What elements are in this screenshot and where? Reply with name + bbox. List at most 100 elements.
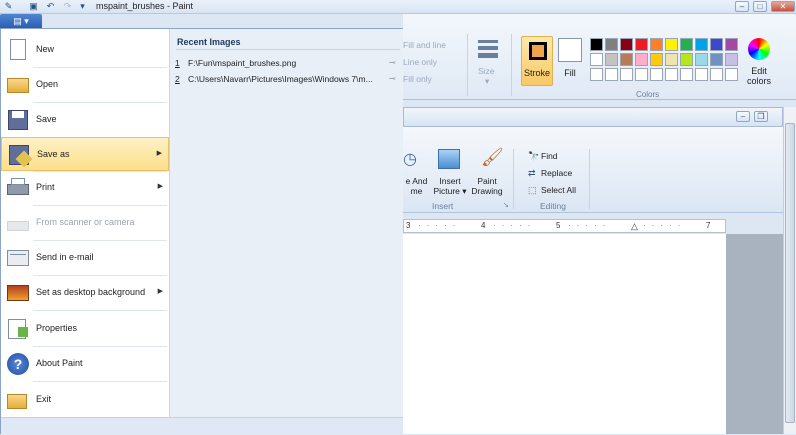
stroke-label: Stroke <box>523 68 550 78</box>
fill-label: Fill <box>564 68 576 78</box>
customize-toolbar-chevron-icon[interactable]: ▾ <box>77 1 88 12</box>
menu-item-save[interactable]: Save <box>1 103 169 137</box>
color-swatch[interactable] <box>650 53 663 66</box>
select-all-button[interactable]: Select All <box>541 185 576 195</box>
menu-item-open[interactable]: Open <box>1 68 169 102</box>
wordpad-window-bar: – ❐ <box>403 107 783 127</box>
color-swatch[interactable] <box>620 68 633 81</box>
color-swatch[interactable] <box>590 38 603 51</box>
color-palette <box>590 38 742 83</box>
ruler-dots: ····· <box>493 221 537 230</box>
date-time-icon[interactable]: ◷ <box>403 149 421 169</box>
recent-images-panel: Recent Images 1 F:\Fun\mspaint_brushes.p… <box>169 29 403 417</box>
vertical-scrollbar[interactable] <box>783 107 796 434</box>
color-swatch[interactable] <box>680 53 693 66</box>
color-swatch[interactable] <box>725 38 738 51</box>
color-swatch[interactable] <box>665 68 678 81</box>
edit-colors-button[interactable]: Edit colors <box>743 66 775 86</box>
find-icon: 🔭 <box>528 151 540 161</box>
color-swatch[interactable] <box>710 38 723 51</box>
insert-picture-button[interactable]: Insert Picture ▾ <box>431 176 469 196</box>
menu-item-label: New <box>36 44 55 54</box>
group-separator <box>589 149 590 209</box>
color-swatch[interactable] <box>665 38 678 51</box>
wordpad-restore-button[interactable]: ❐ <box>754 111 768 122</box>
color-swatch[interactable] <box>635 68 648 81</box>
color-swatch[interactable] <box>680 68 693 81</box>
document-page[interactable] <box>403 234 726 434</box>
recent-item-number: 2 <box>175 74 180 84</box>
minimize-button[interactable]: – <box>735 1 749 12</box>
color-swatch[interactable] <box>710 68 723 81</box>
submenu-arrow-icon: ▶ <box>156 150 162 157</box>
color-swatch[interactable] <box>635 53 648 66</box>
color-swatch[interactable] <box>650 68 663 81</box>
color-swatch[interactable] <box>710 53 723 66</box>
ruler-indent-marker-icon[interactable]: △ <box>631 221 638 232</box>
menu-item-set-as-desktop-background[interactable]: Set as desktop background ▶ <box>1 276 169 310</box>
color-swatch[interactable] <box>725 53 738 66</box>
ruler[interactable]: 3 ····· 4 ····· 5 ····· △ ····· 7 <box>403 219 726 233</box>
color-swatch[interactable] <box>695 38 708 51</box>
colors-group-label: Colors <box>636 90 660 99</box>
color-swatch[interactable] <box>620 38 633 51</box>
stroke-button[interactable]: Stroke <box>521 36 553 86</box>
replace-button[interactable]: Replace <box>541 168 572 178</box>
editing-group-label: Editing <box>540 201 566 211</box>
recent-item[interactable]: 1 F:\Fun\mspaint_brushes.png ⊸ <box>175 55 401 71</box>
recent-item[interactable]: 2 C:\Users\Navarr\Pictures\Images\Window… <box>175 71 401 87</box>
pin-icon[interactable]: ⊸ <box>389 58 399 67</box>
undo-icon[interactable]: ↶ <box>45 1 56 12</box>
color-swatch[interactable] <box>695 68 708 81</box>
close-button[interactable]: ✕ <box>771 1 795 12</box>
save-as-icon <box>7 143 33 168</box>
fill-color-swatch[interactable] <box>558 38 582 62</box>
color-swatch[interactable] <box>650 38 663 51</box>
scrollbar-thumb[interactable] <box>785 123 795 423</box>
find-button[interactable]: Find <box>541 151 558 161</box>
color-swatch[interactable] <box>605 53 618 66</box>
size-chevron-icon: ▾ <box>485 76 490 86</box>
color-swatch[interactable] <box>695 53 708 66</box>
wordpad-minimize-button[interactable]: – <box>736 111 750 122</box>
date-time-button[interactable]: e And me <box>403 176 430 196</box>
menu-item-exit[interactable]: Exit <box>1 383 169 417</box>
color-swatch[interactable] <box>590 68 603 81</box>
maximize-button[interactable]: □ <box>753 1 767 12</box>
menu-item-from-scanner-or-camera: From scanner or camera <box>1 206 169 240</box>
save-disk-icon <box>6 108 30 132</box>
shape-fill-only-option: Fill only <box>403 74 432 84</box>
redo-icon[interactable]: ↷ <box>62 1 73 12</box>
color-swatch[interactable] <box>680 38 693 51</box>
color-swatch[interactable] <box>590 53 603 66</box>
color-wheel-icon[interactable] <box>748 38 770 60</box>
stroke-color-swatch <box>529 42 547 60</box>
ruler-tick: 7 <box>706 221 711 230</box>
shape-line-only-option: Line only <box>403 57 438 67</box>
help-icon: ? <box>6 352 30 376</box>
menu-item-send-in-e-mail[interactable]: Send in e-mail <box>1 241 169 275</box>
color-swatch[interactable] <box>605 68 618 81</box>
color-swatch[interactable] <box>635 38 648 51</box>
paint-drawing-icon[interactable]: 🖌 <box>481 147 504 168</box>
menu-commands: New Open Save Save as ▶ Print ▶ From scanner or… <box>1 29 169 417</box>
menu-item-properties[interactable]: Properties <box>1 312 169 346</box>
menu-item-about-paint[interactable]: ? About Paint <box>1 347 169 381</box>
color-swatch[interactable] <box>665 53 678 66</box>
insert-dialog-launcher-icon[interactable]: ↘ <box>503 201 509 209</box>
insert-picture-icon[interactable] <box>438 149 460 169</box>
save-icon[interactable]: ▣ <box>28 1 39 12</box>
submenu-arrow-icon: ▶ <box>157 288 163 295</box>
color-swatch[interactable] <box>620 53 633 66</box>
menu-item-print[interactable]: Print ▶ <box>1 171 169 205</box>
size-icon[interactable] <box>478 40 498 60</box>
menu-item-save-as[interactable]: Save as ▶ <box>1 137 169 171</box>
paint-drawing-button[interactable]: Paint Drawing <box>469 176 505 196</box>
recent-item-number: 1 <box>175 58 180 68</box>
color-swatch[interactable] <box>605 38 618 51</box>
app-menu-button[interactable]: ▤ ▾ <box>0 14 42 28</box>
menu-item-label: About Paint <box>36 358 83 368</box>
menu-item-new[interactable]: New <box>1 33 169 67</box>
pin-icon[interactable]: ⊸ <box>389 74 399 83</box>
color-swatch[interactable] <box>725 68 738 81</box>
